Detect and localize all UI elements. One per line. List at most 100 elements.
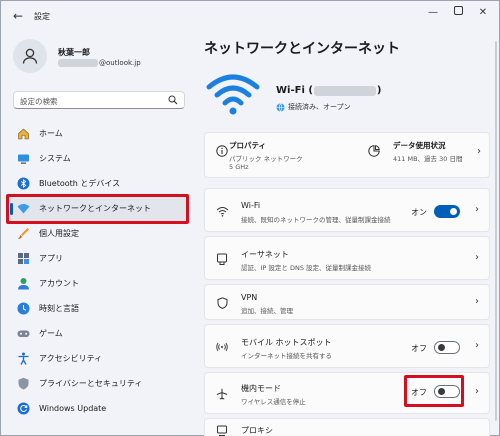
sidebar-nav: ホーム システム Bluetooth とデバイス ネットワークとインターネット … <box>9 121 189 421</box>
hotspot-toggle[interactable] <box>434 341 460 354</box>
sidebar-item-label: Windows Update <box>39 404 107 413</box>
sidebar-item-system[interactable]: システム <box>9 146 189 171</box>
properties-button[interactable]: プロパティ パブリック ネットワーク 5 GHz <box>205 133 345 179</box>
connection-status-text: 接続済み、オープン <box>288 103 351 111</box>
toggle-knob <box>450 208 457 215</box>
profile-email-suffix: @outlook.jp <box>99 59 141 67</box>
vpn-icon <box>215 296 229 310</box>
sidebar-item-windows-update[interactable]: Windows Update <box>9 396 189 421</box>
back-arrow-icon[interactable]: ← <box>11 9 25 23</box>
sidebar-item-apps[interactable]: アプリ <box>9 246 189 271</box>
sidebar-item-personalization[interactable]: 個人用設定 <box>9 221 189 246</box>
wifi-name-suffix: ) <box>376 85 382 96</box>
toggle-knob <box>438 344 445 351</box>
data-usage-icon <box>367 144 381 158</box>
sidebar-item-home[interactable]: ホーム <box>9 121 189 146</box>
airplane-icon <box>215 387 229 401</box>
gaming-icon <box>17 327 30 340</box>
update-icon <box>17 402 30 415</box>
row-vpn[interactable]: VPN 追加、接続、管理 › <box>204 284 490 320</box>
page-title: ネットワークとインターネット <box>204 41 400 57</box>
row-subtitle: 追加、接続、管理 <box>241 307 293 315</box>
chevron-right-icon: › <box>475 252 479 263</box>
shield-icon <box>17 377 30 390</box>
data-usage-title: データ使用状況 <box>393 141 446 150</box>
sidebar-item-label: ホーム <box>39 129 63 138</box>
settings-window: ← 設定 — ✕ 秋葉一郎 @outlook.jp 設定の検索 ホーム システム… <box>0 0 500 436</box>
time-language-icon <box>17 302 30 315</box>
sidebar-item-bluetooth[interactable]: Bluetooth とデバイス <box>9 171 189 196</box>
sidebar-item-label: アクセシビリティ <box>39 354 103 363</box>
highlight-box-network <box>6 194 189 224</box>
search-placeholder: 設定の検索 <box>20 97 58 106</box>
chevron-right-icon: › <box>475 340 479 351</box>
search-icon[interactable] <box>168 95 178 107</box>
properties-line1: パブリック ネットワーク <box>229 155 303 163</box>
sidebar-item-label: システム <box>39 154 71 163</box>
avatar[interactable] <box>13 39 47 73</box>
person-icon <box>22 48 38 64</box>
bluetooth-icon <box>17 177 30 190</box>
chevron-right-icon: › <box>475 204 479 215</box>
toggle-state-label: オン <box>411 208 427 217</box>
close-icon[interactable]: ✕ <box>475 5 491 21</box>
chevron-right-icon: › <box>475 386 479 397</box>
sidebar-item-time-language[interactable]: 時刻と言語 <box>9 296 189 321</box>
row-title: プロキシ <box>241 426 273 435</box>
row-ethernet[interactable]: イーサネット 認証、IP 設定と DNS 設定、従量制課金接続 › <box>204 236 490 280</box>
row-title: 機内モード <box>241 384 281 393</box>
home-icon <box>17 127 30 140</box>
search-input[interactable]: 設定の検索 <box>13 91 185 109</box>
sidebar-item-accounts[interactable]: アカウント <box>9 271 189 296</box>
row-subtitle: 接続、既知のネットワークの管理、従量制課金接続 <box>241 216 391 224</box>
sidebar-item-label: プライバシーとセキュリティ <box>39 379 143 388</box>
sidebar-item-label: 個人用設定 <box>39 229 79 238</box>
globe-icon <box>276 102 285 112</box>
maximize-icon[interactable] <box>450 5 466 21</box>
sidebar-item-label: Bluetooth とデバイス <box>39 179 121 188</box>
sidebar-item-label: アプリ <box>39 254 63 263</box>
sidebar-item-gaming[interactable]: ゲーム <box>9 321 189 346</box>
wifi-toggle[interactable] <box>434 205 460 218</box>
data-usage-button[interactable]: データ使用状況 411 MB、過去 30 日間 › <box>355 133 491 179</box>
redacted-ssid <box>313 85 376 96</box>
redacted-email <box>58 59 98 67</box>
sidebar-item-accessibility[interactable]: アクセシビリティ <box>9 346 189 371</box>
account-icon <box>17 277 30 290</box>
wifi-name-prefix: Wi-Fi ( <box>276 85 313 96</box>
scrollbar[interactable] <box>495 41 497 421</box>
wifi-icon <box>215 204 229 218</box>
row-title: イーサネット <box>241 250 289 259</box>
row-wifi[interactable]: Wi-Fi 接続、既知のネットワークの管理、従量制課金接続 オン › <box>204 188 490 232</box>
sidebar-item-label: アカウント <box>39 279 79 288</box>
row-subtitle: インターネット接続を共有する <box>241 352 332 360</box>
accessibility-icon <box>17 352 30 365</box>
row-subtitle: 認証、IP 設定と DNS 設定、従量制課金接続 <box>241 264 372 272</box>
info-icon <box>215 144 229 158</box>
profile-name: 秋葉一郎 <box>58 48 90 57</box>
sidebar-item-privacy[interactable]: プライバシーとセキュリティ <box>9 371 189 396</box>
highlight-box-airplane-toggle <box>404 375 464 407</box>
ethernet-icon <box>215 252 229 266</box>
network-summary-card: プロパティ パブリック ネットワーク 5 GHz データ使用状況 411 MB、… <box>204 132 490 178</box>
wifi-large-icon <box>205 73 261 119</box>
row-title: Wi-Fi <box>241 201 261 210</box>
hotspot-icon <box>215 340 229 354</box>
app-title: 設定 <box>34 12 50 21</box>
chevron-right-icon: › <box>477 146 481 157</box>
sidebar-item-label: ゲーム <box>39 329 63 338</box>
row-title: モバイル ホットスポット <box>241 338 332 347</box>
proxy-icon <box>215 424 229 436</box>
row-proxy[interactable]: プロキシ <box>204 418 490 436</box>
connection-status: 接続済み、オープン <box>276 102 351 112</box>
properties-line2: 5 GHz <box>229 163 249 171</box>
connected-network-name: Wi-Fi () <box>276 85 382 96</box>
properties-title: プロパティ <box>229 141 267 150</box>
toggle-state-label: オフ <box>411 344 427 353</box>
chevron-right-icon: › <box>475 296 479 307</box>
profile-email: @outlook.jp <box>58 59 141 67</box>
row-mobile-hotspot[interactable]: モバイル ホットスポット インターネット接続を共有する オフ › <box>204 324 490 368</box>
data-usage-detail: 411 MB、過去 30 日間 <box>393 155 463 163</box>
minimize-icon[interactable]: — <box>425 5 441 21</box>
row-title: VPN <box>241 293 258 302</box>
